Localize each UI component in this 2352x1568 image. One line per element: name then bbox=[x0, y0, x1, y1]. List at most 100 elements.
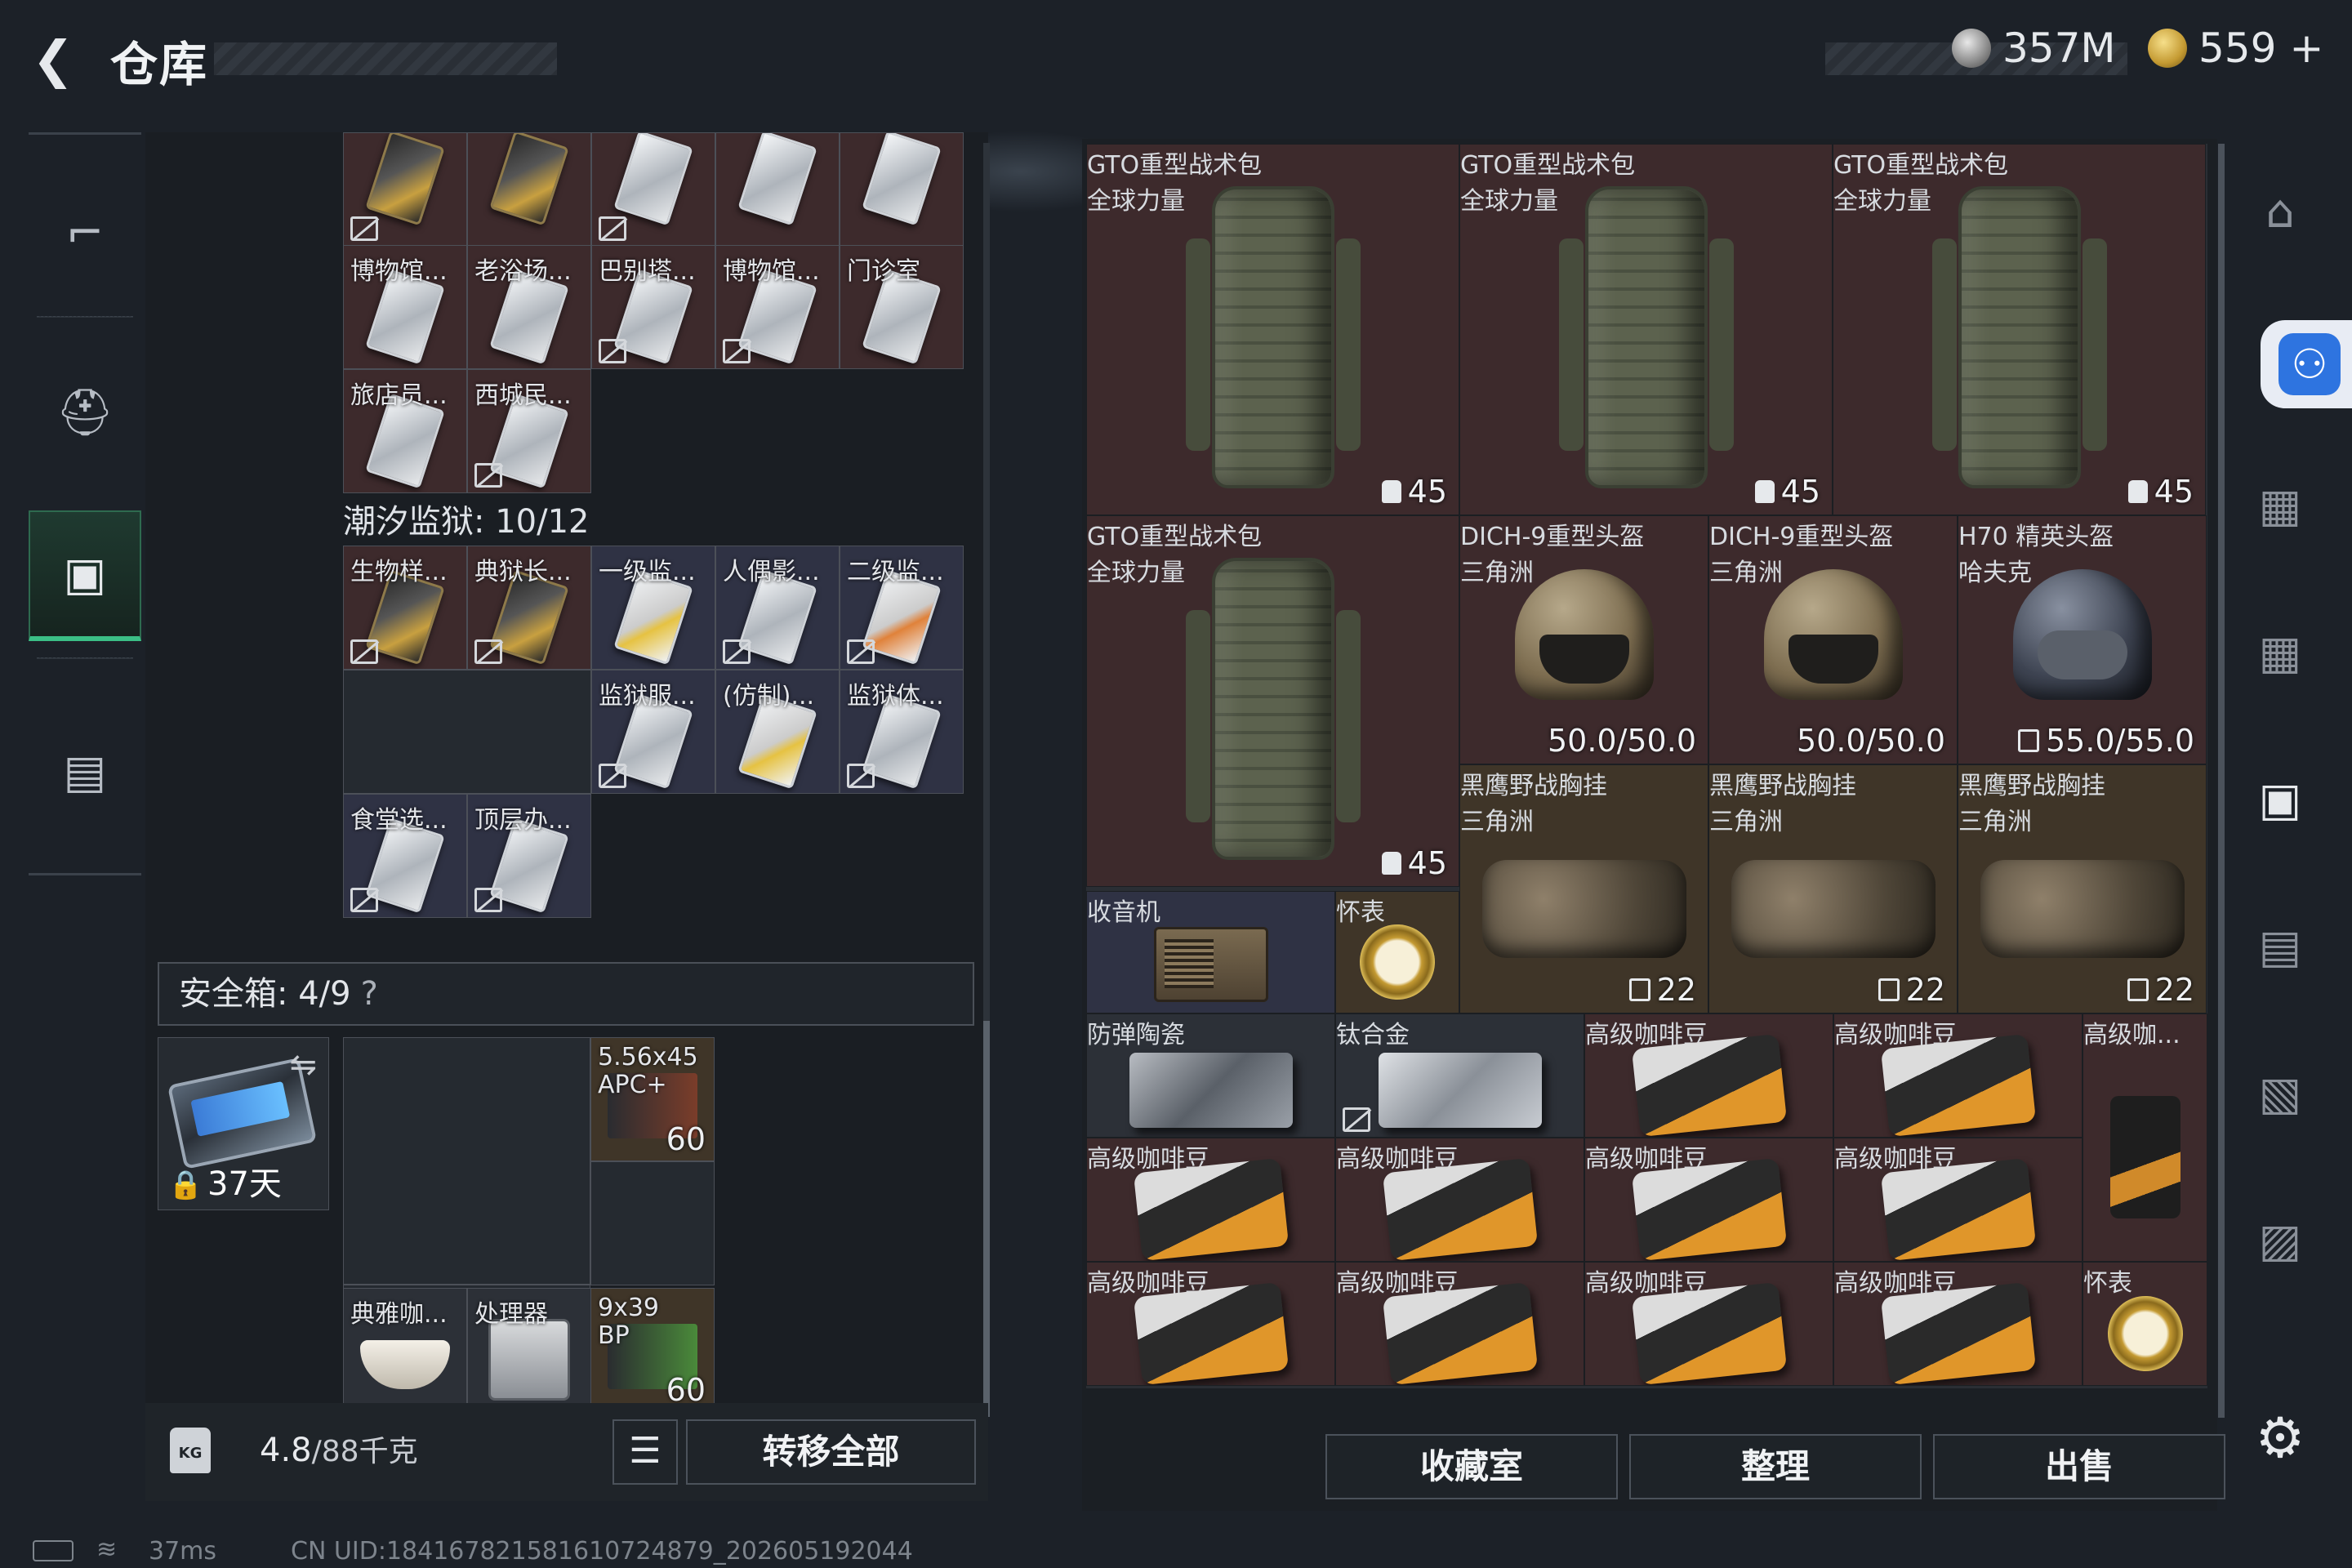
unbindable-icon bbox=[474, 639, 502, 664]
safebox-empty-slot[interactable] bbox=[343, 1037, 590, 1285]
ammo-item[interactable]: 5.56x45 APC+ 60 bbox=[590, 1037, 715, 1161]
nav-divider bbox=[37, 657, 133, 659]
nav-vest[interactable]: ▣ bbox=[29, 510, 141, 641]
capacity-value: 45 bbox=[1780, 474, 1820, 510]
coffee-bean-item[interactable]: 高级咖啡豆 bbox=[1086, 1262, 1335, 1386]
stash-tab-v-2[interactable]: ▦ bbox=[2249, 621, 2311, 686]
keycard-item[interactable]: 巴别塔... bbox=[591, 245, 715, 369]
item-label: 旅店员... bbox=[350, 381, 448, 410]
chest-rig-item[interactable]: 黑鹰野战胸挂 三角洲 22 bbox=[1459, 764, 1708, 1013]
backpack-item[interactable]: GTO重型战术包 全球力量 45 bbox=[1459, 144, 1833, 515]
coffee-bean-item[interactable]: 高级咖啡豆 bbox=[1833, 1262, 2082, 1386]
keycard-item[interactable]: 生物样... bbox=[343, 546, 467, 670]
coffee-bean-item[interactable]: 高级咖啡豆 bbox=[1833, 1138, 2082, 1262]
radio-item[interactable]: 收音机 bbox=[1086, 891, 1335, 1013]
safebox-empty-slot[interactable] bbox=[590, 1161, 715, 1285]
help-icon[interactable]: ? bbox=[361, 975, 378, 1013]
backpack-item[interactable]: GTO重型战术包 全球力量 45 bbox=[1086, 144, 1459, 515]
collection-button[interactable]: 收藏室 bbox=[1325, 1434, 1618, 1499]
stash-tab-iv-2[interactable]: ▨ bbox=[2249, 1209, 2311, 1274]
keycard-item[interactable] bbox=[715, 132, 840, 247]
transfer-all-button[interactable]: 转移全部 bbox=[686, 1419, 976, 1485]
sort-button[interactable]: 整理 bbox=[1629, 1434, 1922, 1499]
nav-toolbox[interactable]: ▤ bbox=[29, 706, 141, 837]
list-view-button[interactable]: ☰ bbox=[612, 1419, 678, 1485]
keycard-item[interactable]: 老浴场... bbox=[467, 245, 591, 369]
currency-silver-value: 357M bbox=[2002, 24, 2116, 72]
inventory-scroll-thumb[interactable] bbox=[983, 1021, 990, 1417]
coffee-bean-item[interactable]: 高级咖啡豆 bbox=[1335, 1262, 1584, 1386]
sell-button[interactable]: 出售 bbox=[1933, 1434, 2225, 1499]
keycard-item[interactable]: 人偶影... bbox=[715, 546, 840, 670]
item-label: 监狱体... bbox=[847, 682, 944, 710]
stash-scrollbar[interactable] bbox=[2218, 144, 2225, 1418]
coffee-bag-item[interactable]: 高级咖... bbox=[2082, 1013, 2207, 1262]
keycard-item[interactable]: (仿制)... bbox=[715, 670, 840, 794]
keycard-item[interactable]: 监狱体... bbox=[840, 670, 964, 794]
keycard-item[interactable]: 门诊室 bbox=[840, 245, 964, 369]
pocket-watch-item[interactable]: 怀表 bbox=[1335, 891, 1459, 1013]
keycard-item[interactable]: 食堂选... bbox=[343, 794, 467, 918]
ceramic-plate-icon bbox=[1129, 1053, 1293, 1128]
stash-tab-gti-2[interactable]: ▤ bbox=[2249, 915, 2311, 980]
secure-container[interactable]: ⇋ 🔒 37天 bbox=[158, 1037, 329, 1210]
add-currency-plus[interactable]: + bbox=[2289, 24, 2323, 72]
nav-weapons[interactable]: ⌐ bbox=[29, 167, 141, 298]
item-label: (仿制)... bbox=[723, 682, 815, 710]
keycard-item[interactable]: 二级监... bbox=[840, 546, 964, 670]
backpack-item[interactable]: GTO重型战术包 全球力量 45 bbox=[1086, 515, 1459, 887]
processor-item[interactable]: 处理器 bbox=[467, 1288, 591, 1412]
empty-slot[interactable] bbox=[343, 670, 591, 794]
unbindable-icon bbox=[350, 216, 378, 241]
stash-tab-gti-active[interactable]: ▣ bbox=[2249, 768, 2311, 833]
accessibility-button[interactable]: ⚇ bbox=[2261, 320, 2352, 408]
pocket-watch-item[interactable]: 怀表 bbox=[2082, 1262, 2207, 1386]
titanium-plate-item[interactable]: 钛合金 bbox=[1335, 1013, 1584, 1138]
keycard-item[interactable] bbox=[591, 132, 715, 247]
coffee-bean-item[interactable]: 高级咖啡豆 bbox=[1584, 1262, 1833, 1386]
coffee-cup-item[interactable]: 典雅咖... bbox=[343, 1288, 467, 1412]
unbindable-icon bbox=[599, 339, 626, 363]
chest-rig-item[interactable]: 黑鹰野战胸挂 三角洲 22 bbox=[1708, 764, 1958, 1013]
keycard-item[interactable] bbox=[343, 132, 467, 247]
stash-tab-home[interactable]: ⌂ bbox=[2249, 180, 2311, 245]
lock-icon: 🔒 bbox=[168, 1169, 203, 1201]
helmet-item[interactable]: DICH-9重型头盔 三角洲 50.0/50.0 bbox=[1708, 515, 1958, 764]
keycard-item[interactable]: 博物馆... bbox=[715, 245, 840, 369]
ammo-sublabel: BP bbox=[598, 1321, 630, 1350]
helmet-item[interactable]: H70 精英头盔 哈夫克 55.0/55.0 bbox=[1958, 515, 2207, 764]
keycard-item[interactable]: 旅店员... bbox=[343, 369, 467, 493]
ammo-item[interactable]: 9x39 BP 60 bbox=[590, 1288, 715, 1412]
ping-value: 37ms bbox=[149, 1537, 217, 1566]
stash-tab-iv-1[interactable]: ▧ bbox=[2249, 1062, 2311, 1127]
back-arrow-icon[interactable]: ❮ bbox=[24, 31, 82, 88]
stash-tab-v-1[interactable]: ▦ bbox=[2249, 474, 2311, 539]
keycard-item[interactable]: 一级监... bbox=[591, 546, 715, 670]
coffee-bean-item[interactable]: 高级咖啡豆 bbox=[1833, 1013, 2082, 1138]
keycard-item[interactable]: 典狱长... bbox=[467, 546, 591, 670]
settings-gear-icon[interactable]: ⚙ bbox=[2247, 1406, 2313, 1472]
keycard-item[interactable]: 西城民... bbox=[467, 369, 591, 493]
keycard-item[interactable]: 博物馆... bbox=[343, 245, 467, 369]
ceramic-plate-item[interactable]: 防弹陶瓷 bbox=[1086, 1013, 1335, 1138]
coffee-bean-item[interactable]: 高级咖啡豆 bbox=[1584, 1013, 1833, 1138]
coffee-bean-item[interactable]: 高级咖啡豆 bbox=[1584, 1138, 1833, 1262]
weight-capacity-icon bbox=[1754, 480, 1775, 503]
chest-rig-item[interactable]: 黑鹰野战胸挂 三角洲 22 bbox=[1958, 764, 2207, 1013]
nav-backpack[interactable]: ⛑ bbox=[29, 347, 141, 478]
currency-silver[interactable]: 357M bbox=[1952, 24, 2116, 72]
capacity-value: 45 bbox=[1407, 474, 1447, 510]
coffee-bean-item[interactable]: 高级咖啡豆 bbox=[1335, 1138, 1584, 1262]
keycard-item[interactable]: 顶层办... bbox=[467, 794, 591, 918]
keycard-item[interactable] bbox=[840, 132, 964, 247]
item-label: 博物馆... bbox=[350, 257, 448, 286]
helmet-item[interactable]: DICH-9重型头盔 三角洲 50.0/50.0 bbox=[1459, 515, 1708, 764]
item-label: 钛合金 bbox=[1336, 1021, 1410, 1049]
backpack-item[interactable]: GTO重型战术包 全球力量 45 bbox=[1833, 144, 2206, 515]
swap-icon[interactable]: ⇋ bbox=[289, 1046, 317, 1084]
currency-gold[interactable]: 559 + bbox=[2148, 24, 2323, 72]
keycard-item[interactable] bbox=[467, 132, 591, 247]
container-days: 37天 bbox=[207, 1165, 282, 1203]
keycard-item[interactable]: 监狱服... bbox=[591, 670, 715, 794]
coffee-bean-item[interactable]: 高级咖啡豆 bbox=[1086, 1138, 1335, 1262]
